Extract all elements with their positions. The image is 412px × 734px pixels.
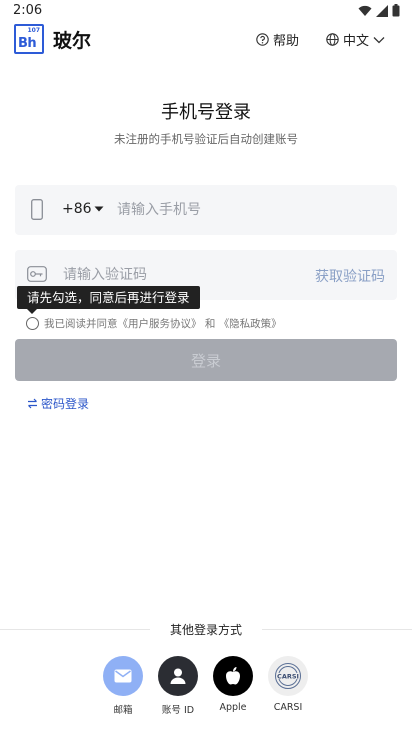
account-id-login-label: 账号 ID [161, 705, 195, 716]
globe-icon [326, 33, 339, 46]
privacy-link[interactable]: 《隐私政策》 [219, 318, 282, 330]
country-code-select[interactable]: +86 [62, 201, 104, 217]
logo-superscript: 107 [27, 27, 40, 34]
phone-field: +86 [15, 185, 397, 235]
other-login-title-text: 其他登录方式 [159, 623, 252, 637]
help-label: 帮助 [273, 34, 300, 49]
signal-icon [376, 4, 388, 17]
agreement-and: 和 [204, 318, 216, 330]
apple-login-option[interactable]: Apple [203, 656, 263, 713]
phone-input[interactable] [117, 196, 377, 224]
carsi-login-circle: CARSI [268, 656, 308, 696]
agreement-row: 我已阅读并同意《用户服务协议》 和 《隐私政策》 [26, 316, 282, 331]
email-login-label: 邮箱 [113, 705, 133, 716]
carsi-badge-text: CARSI [277, 673, 299, 681]
apple-login-circle [213, 656, 253, 696]
phone-icon [31, 199, 43, 220]
key-icon [27, 266, 47, 282]
caret-down-icon [94, 206, 104, 212]
language-select[interactable]: 中文 [326, 30, 385, 49]
help-link[interactable]: 帮助 [256, 30, 299, 49]
login-button[interactable]: 登录 [15, 339, 397, 381]
language-label: 中文 [343, 34, 370, 49]
battery-icon [392, 4, 400, 17]
agreement-tooltip: 请先勾选，同意后再进行登录 [17, 286, 200, 309]
carsi-login-label: CARSI [273, 702, 303, 713]
chevron-down-icon [373, 36, 385, 43]
country-code-value: +86 [62, 201, 92, 217]
apple-login-label: Apple [219, 702, 247, 713]
account-id-login-option[interactable]: 账号 ID [148, 656, 208, 716]
help-circle-icon [256, 33, 269, 46]
mail-icon [114, 669, 132, 683]
brand-name: 玻尔 [53, 30, 92, 52]
page-title: 手机号登录 [161, 102, 251, 123]
terms-link[interactable]: 《用户服务协议》 [118, 318, 202, 330]
account-id-login-circle [158, 656, 198, 696]
app-logo: 107 Bh [14, 24, 44, 54]
status-bar: 2:06 [0, 0, 412, 22]
switch-arrows-icon [28, 398, 37, 409]
app-header: 107 Bh 玻尔 帮助 中文 [0, 22, 412, 56]
password-login-link[interactable]: 密码登录 [27, 395, 89, 412]
agreement-prefix: 我已阅读并同意 [44, 318, 118, 330]
page-subtitle: 未注册的手机号验证后自动创建账号 [114, 132, 298, 146]
carsi-icon: CARSI [275, 663, 301, 689]
apple-icon [226, 667, 240, 685]
wifi-icon [358, 5, 372, 16]
verification-code-input[interactable] [63, 261, 283, 289]
agreement-checkbox[interactable] [26, 317, 39, 330]
password-login-label: 密码登录 [41, 397, 90, 411]
logo-text: Bh [18, 36, 37, 51]
status-time: 2:06 [13, 3, 43, 18]
other-login-title: 其他登录方式 [0, 621, 412, 638]
tooltip-arrow [27, 309, 37, 314]
get-code-button[interactable]: 获取验证码 [315, 266, 385, 286]
carsi-login-option[interactable]: CARSI CARSI [258, 656, 318, 713]
email-login-circle [103, 656, 143, 696]
user-icon [170, 668, 186, 684]
status-icons [358, 4, 400, 17]
email-login-option[interactable]: 邮箱 [93, 656, 153, 716]
